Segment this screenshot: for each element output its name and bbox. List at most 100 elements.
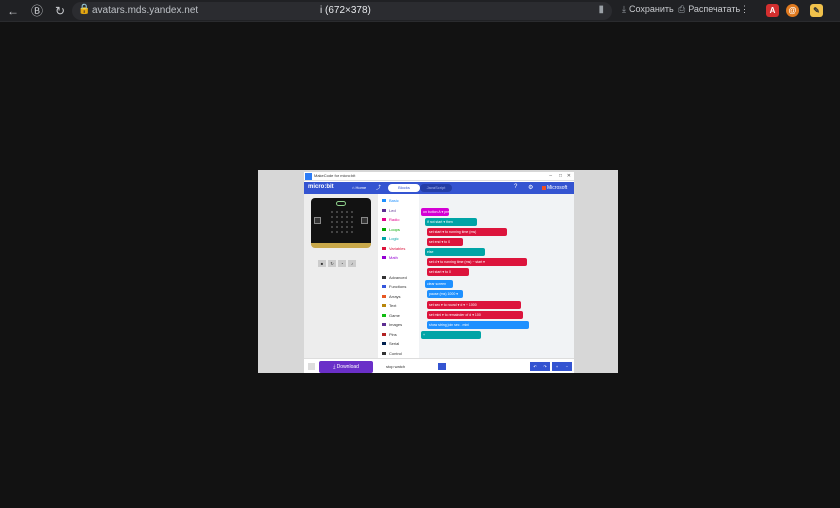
- toolbox-category[interactable]: Variables: [382, 246, 405, 251]
- menu-icon[interactable]: ⋮: [740, 4, 749, 15]
- category-label: Control: [389, 350, 402, 356]
- category-icon: [382, 227, 386, 231]
- lock-icon: 🔒: [78, 4, 91, 15]
- blocks-workspace[interactable]: on button A ▾ pressed if not start ▾ then…: [419, 194, 574, 359]
- redo-icon[interactable]: ↷: [540, 362, 550, 371]
- reload-icon[interactable]: ↻: [51, 2, 69, 20]
- yandex-icon[interactable]: Ⓑ: [28, 2, 46, 20]
- toolbox-category[interactable]: Advanced: [382, 275, 407, 280]
- category-label: Basic: [389, 198, 399, 203]
- tab-javascript[interactable]: JavaScript: [420, 184, 452, 192]
- print-label: Распечатать: [688, 4, 741, 14]
- code-block[interactable]: pause (ms) 1000 ▾: [427, 290, 463, 298]
- collapse-icon[interactable]: [308, 363, 315, 370]
- toolbox: Basic Led Radio Loops Logic Variables Math Adva…: [379, 194, 419, 365]
- category-label: Loops: [389, 226, 400, 232]
- close-icon[interactable]: ✕: [567, 173, 571, 179]
- led: [336, 226, 338, 228]
- home-button[interactable]: ⌂ Home: [352, 185, 366, 190]
- toolbox-category[interactable]: Basic: [382, 198, 399, 203]
- led: [351, 216, 353, 218]
- back-icon[interactable]: ←: [4, 2, 22, 20]
- toolbox-category[interactable]: Led: [382, 208, 396, 213]
- tab-blocks[interactable]: Blocks: [388, 184, 420, 192]
- board-logo: [336, 201, 346, 206]
- code-block[interactable]: set start ▾ to 0: [427, 268, 469, 276]
- toolbox-category[interactable]: Arrays: [382, 294, 401, 299]
- code-block[interactable]: if not start ▾ then: [425, 218, 477, 226]
- tab-js-label: JavaScript: [426, 185, 446, 190]
- toolbox-category[interactable]: Logic: [382, 236, 399, 241]
- code-block[interactable]: set sec ▾ to round ▾ d ▾ ÷ 1000: [427, 301, 521, 309]
- led: [346, 211, 348, 213]
- share-icon[interactable]: ⤴: [376, 184, 381, 191]
- category-icon: [382, 256, 386, 260]
- microbit-logo[interactable]: micro:bit: [308, 184, 334, 190]
- toolbox-category[interactable]: Radio: [382, 217, 399, 222]
- minimize-icon[interactable]: –: [549, 173, 552, 179]
- toolbox-category[interactable]: Loops: [382, 227, 400, 232]
- code-block[interactable]: show string join sec . mini: [427, 321, 529, 329]
- category-label: Arrays: [389, 293, 401, 299]
- pdf-extension-icon[interactable]: A: [766, 4, 779, 17]
- toolbox-category[interactable]: Control: [382, 351, 402, 356]
- code-block[interactable]: set start ▾ to running time (ms): [427, 228, 507, 236]
- code-block[interactable]: set mini ▾ to remainder of d ▾ 100: [427, 311, 523, 319]
- toolbox-category[interactable]: Serial: [382, 341, 399, 346]
- save-button[interactable]: ⤓ Сохранить: [622, 4, 674, 15]
- toolbox-category[interactable]: Functions: [382, 284, 406, 289]
- zoom-in-icon[interactable]: +: [552, 362, 562, 371]
- toolbox-category[interactable]: Math: [382, 255, 398, 260]
- category-label: Images: [389, 322, 403, 327]
- led: [331, 226, 333, 228]
- address-bar[interactable]: 🔒 avatars.mds.yandex.net i (672×378) ▮: [72, 2, 612, 20]
- category-label: Serial: [389, 341, 400, 346]
- led: [336, 216, 338, 218]
- toolbox-category[interactable]: Text: [382, 303, 396, 308]
- project-name-input[interactable]: stop watch: [386, 363, 434, 370]
- print-button[interactable]: ⎙ Распечатать: [678, 4, 740, 15]
- undo-icon[interactable]: ↶: [530, 362, 540, 371]
- zoom-out-icon[interactable]: −: [562, 362, 572, 371]
- save-project-icon[interactable]: [438, 363, 446, 370]
- download-button[interactable]: ⤓ Download: [319, 361, 373, 373]
- extension-icon[interactable]: @: [786, 4, 799, 17]
- code-block[interactable]: set end ▾ to 0: [427, 238, 463, 246]
- simulator-controls: ■ ↻ ◔ ♪: [318, 252, 364, 267]
- restart-icon[interactable]: ↻: [328, 260, 336, 267]
- led: [351, 226, 353, 228]
- category-icon: [382, 332, 386, 336]
- led: [346, 221, 348, 223]
- notes-extension-icon[interactable]: ✎: [810, 4, 823, 17]
- category-icon: [382, 285, 386, 289]
- toolbox-category[interactable]: Pins: [382, 332, 397, 337]
- sim-button-b[interactable]: [361, 217, 368, 224]
- settings-icon[interactable]: ⚙: [528, 184, 533, 191]
- code-block[interactable]: +: [421, 331, 481, 339]
- category-icon: [382, 304, 386, 308]
- code-block[interactable]: clear screen: [425, 280, 453, 288]
- toolbox-category[interactable]: Game: [382, 313, 400, 318]
- editor-footer: ⤓ Download stop watch ↶ ↷ + −: [304, 358, 574, 373]
- stop-icon[interactable]: ■: [318, 260, 326, 267]
- code-block[interactable]: on button A ▾ pressed: [421, 208, 449, 216]
- led: [341, 211, 343, 213]
- category-label: Variables: [389, 245, 406, 251]
- slowmo-icon[interactable]: ◔: [338, 260, 346, 267]
- category-label: Led: [389, 207, 396, 213]
- bookmark-icon[interactable]: ▮: [598, 4, 604, 15]
- category-label: Logic: [389, 236, 399, 241]
- led: [341, 226, 343, 228]
- code-block[interactable]: set d ▾ to running time (ms) − start ▾: [427, 258, 527, 266]
- maximize-icon[interactable]: □: [559, 173, 562, 179]
- led: [346, 226, 348, 228]
- toolbox-category[interactable]: Images: [382, 322, 402, 327]
- window-title: MakeCode for micro:bit: [314, 173, 356, 178]
- code-block[interactable]: else: [425, 248, 485, 256]
- microbit-simulator[interactable]: [311, 198, 371, 248]
- mute-icon[interactable]: ♪: [348, 260, 356, 267]
- sim-button-a[interactable]: [314, 217, 321, 224]
- help-icon[interactable]: ?: [514, 184, 517, 190]
- save-label: Сохранить: [628, 4, 674, 14]
- led: [351, 221, 353, 223]
